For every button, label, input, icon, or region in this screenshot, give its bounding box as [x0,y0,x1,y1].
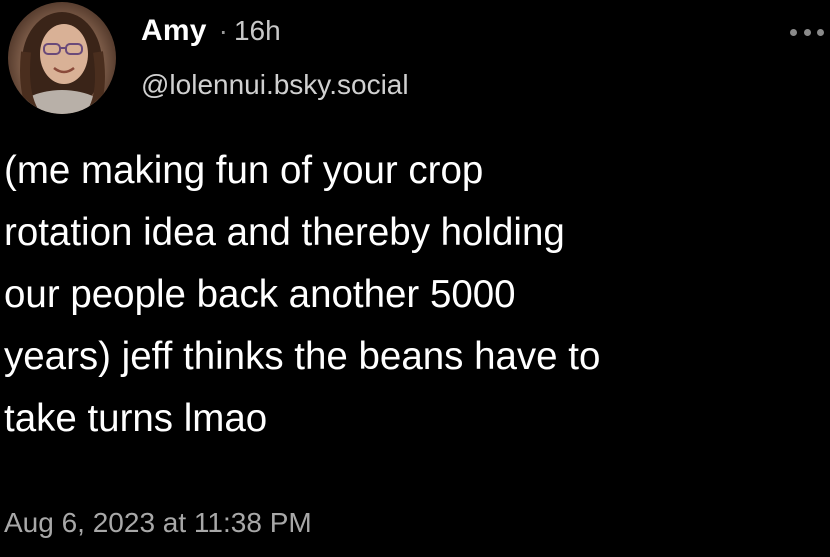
author-handle[interactable]: @lolennui.bsky.social [141,69,409,101]
avatar-photo-icon [16,12,108,114]
more-options-icon[interactable] [790,22,824,42]
post-card: Amy · 16h @lolennui.bsky.social (me maki… [0,0,830,557]
author-avatar[interactable] [8,2,116,114]
separator-dot: · [218,15,228,46]
post-text: (me making fun of your crop rotation ide… [4,149,601,440]
more-dot [790,28,797,36]
post-date[interactable]: Aug 6, 2023 at 11:38 PM [4,507,312,539]
relative-timestamp[interactable]: 16h [234,15,281,47]
more-dot [817,28,824,36]
more-dot [803,28,811,36]
author-name[interactable]: Amy [141,14,207,48]
author-line: Amy · 16h [141,14,281,54]
